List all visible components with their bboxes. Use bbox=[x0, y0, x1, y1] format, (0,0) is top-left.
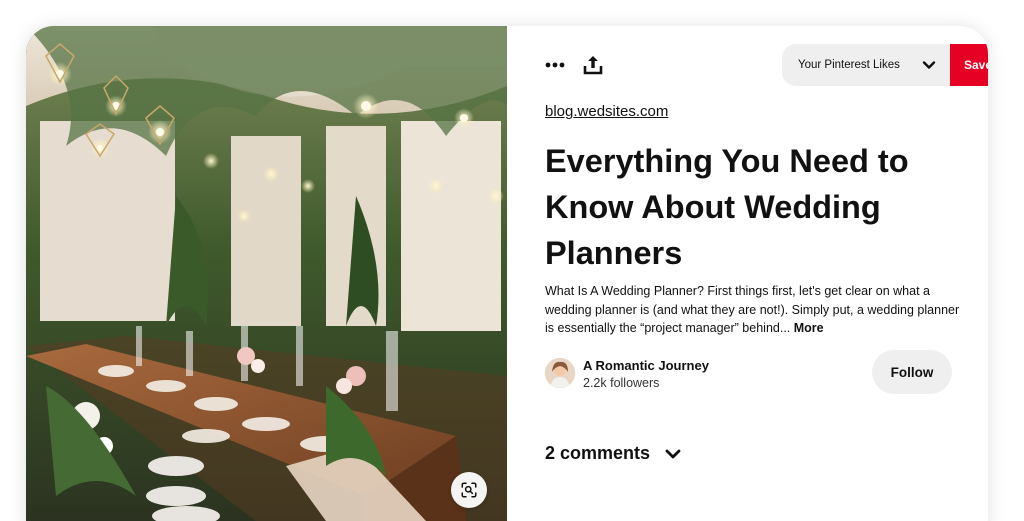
chevron-down-icon bbox=[922, 61, 936, 69]
creator-name[interactable]: A Romantic Journey bbox=[583, 358, 709, 373]
pin-description-text: What Is A Wedding Planner? First things … bbox=[545, 284, 960, 335]
pin-card: Your Pinterest Likes Save blog.wedsites.… bbox=[26, 26, 988, 521]
more-options-button[interactable] bbox=[535, 44, 575, 86]
creator-row: A Romantic Journey 2.2k followers Follow bbox=[545, 350, 965, 396]
pin-details-panel: Your Pinterest Likes Save blog.wedsites.… bbox=[507, 26, 988, 521]
board-select[interactable]: Your Pinterest Likes bbox=[782, 44, 950, 86]
comments-label: 2 comments bbox=[545, 442, 651, 463]
ellipsis-icon bbox=[545, 62, 565, 68]
chevron-down-icon bbox=[665, 449, 681, 459]
avatar[interactable] bbox=[545, 358, 575, 388]
pin-title: Everything You Need to Know About Weddin… bbox=[545, 143, 909, 271]
visual-search-button[interactable] bbox=[451, 472, 487, 508]
wedding-table-photo bbox=[26, 26, 507, 521]
pin-toolbar: Your Pinterest Likes Save bbox=[543, 44, 988, 86]
save-button[interactable]: Save bbox=[950, 44, 988, 86]
creator-followers: 2.2k followers bbox=[583, 376, 660, 390]
more-link[interactable]: More bbox=[794, 321, 824, 335]
share-button[interactable] bbox=[573, 44, 613, 86]
source-link[interactable]: blog.wedsites.com bbox=[545, 103, 668, 120]
avatar-image bbox=[545, 358, 575, 388]
comments-toggle[interactable]: 2 comments bbox=[545, 440, 682, 466]
board-select-label: Your Pinterest Likes bbox=[798, 59, 900, 71]
follow-button[interactable]: Follow bbox=[872, 350, 952, 394]
visual-search-icon bbox=[461, 482, 477, 498]
pin-image[interactable] bbox=[26, 26, 507, 521]
share-upload-icon bbox=[583, 56, 603, 75]
pin-description: What Is A Wedding Planner? First things … bbox=[545, 282, 965, 338]
